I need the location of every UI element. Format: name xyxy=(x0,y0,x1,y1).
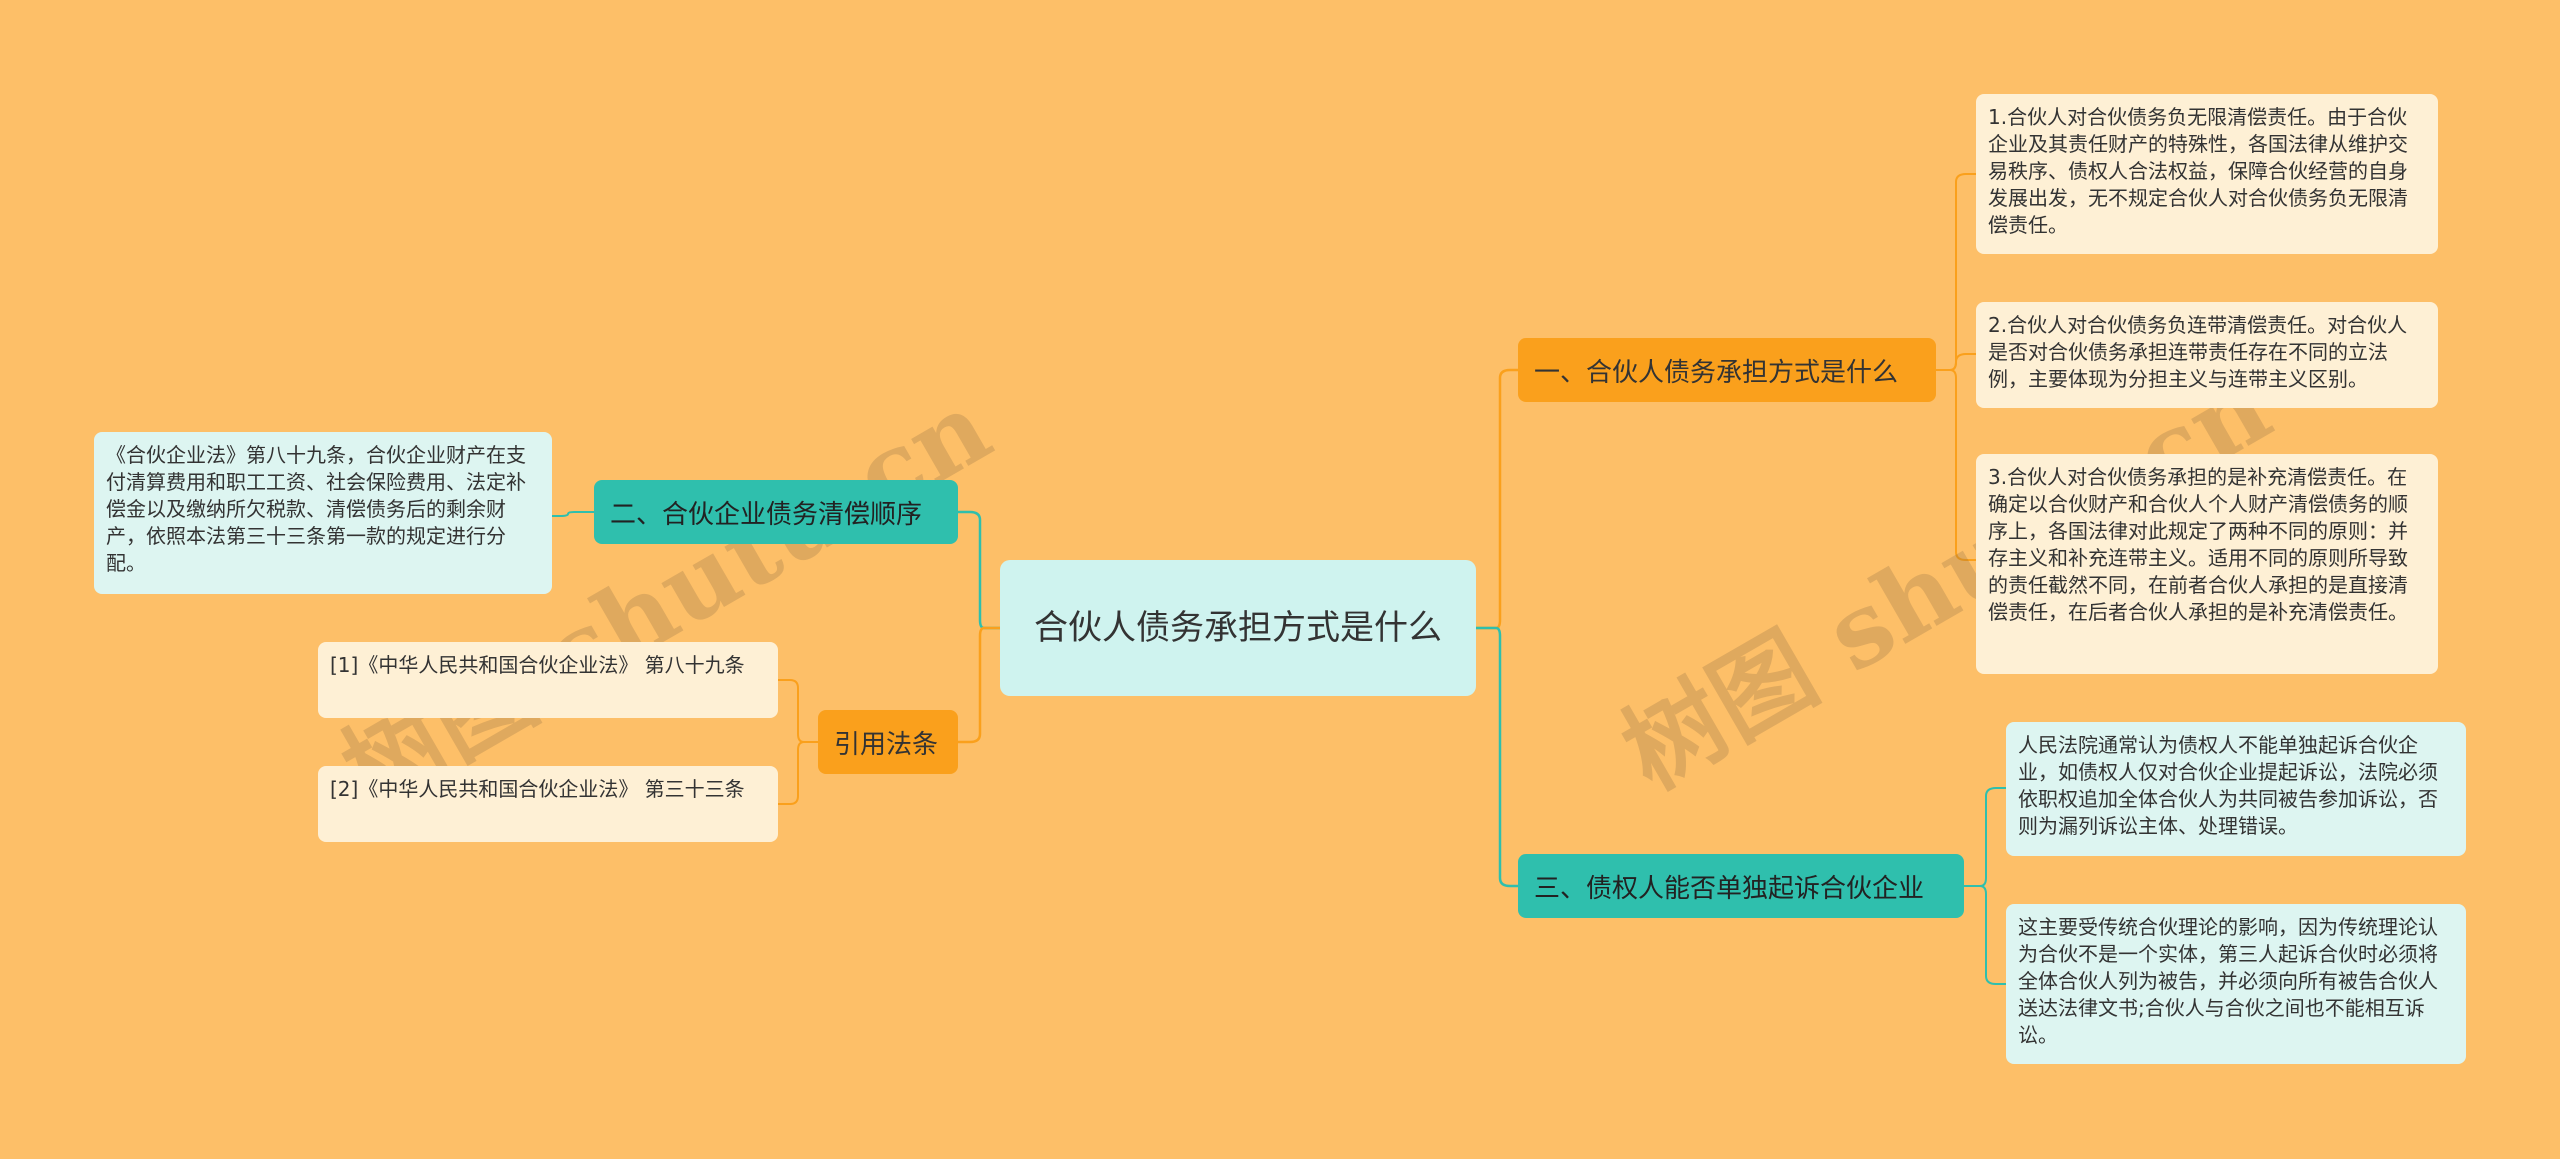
leaf-text: 2.合伙人对合伙债务负连带清偿责任。对合伙人是否对合伙债务承担连带责任存在不同的… xyxy=(1988,313,2408,391)
leaf-court-view[interactable]: 人民法院通常认为债权人不能单独起诉合伙企业，如债权人仅对合伙企业提起诉讼，法院必… xyxy=(2006,722,2466,856)
branch-label: 三、债权人能否单独起诉合伙企业 xyxy=(1534,873,1925,904)
leaf-article-89[interactable]: 《合伙企业法》第八十九条，合伙企业财产在支付清算费用和职工工资、社会保险费用、法… xyxy=(94,432,552,594)
root-topic-label: 合伙人债务承担方式是什么 xyxy=(1034,608,1442,648)
leaf-text: 《合伙企业法》第八十九条，合伙企业财产在支付清算费用和职工工资、社会保险费用、法… xyxy=(106,443,526,575)
branch-debt-repayment-order[interactable]: 二、合伙企业债务清偿顺序 xyxy=(594,480,958,544)
leaf-joint-liability[interactable]: 2.合伙人对合伙债务负连带清偿责任。对合伙人是否对合伙债务承担连带责任存在不同的… xyxy=(1976,302,2438,408)
leaf-supplementary-liability[interactable]: 3.合伙人对合伙债务承担的是补充清偿责任。在确定以合伙财产和合伙人个人财产清偿债… xyxy=(1976,454,2438,674)
leaf-text: 3.合伙人对合伙债务承担的是补充清偿责任。在确定以合伙财产和合伙人个人财产清偿债… xyxy=(1988,465,2408,624)
branch-label: 一、合伙人债务承担方式是什么 xyxy=(1534,357,1899,388)
leaf-citation-2[interactable]: [2]《中华人民共和国合伙企业法》 第三十三条 xyxy=(318,766,778,842)
leaf-text: 1.合伙人对合伙债务负无限清偿责任。由于合伙企业及其责任财产的特殊性，各国法律从… xyxy=(1988,105,2408,237)
leaf-citation-1[interactable]: [1]《中华人民共和国合伙企业法》 第八十九条 xyxy=(318,642,778,718)
leaf-unlimited-liability[interactable]: 1.合伙人对合伙债务负无限清偿责任。由于合伙企业及其责任财产的特殊性，各国法律从… xyxy=(1976,94,2438,254)
branch-label: 引用法条 xyxy=(834,729,939,760)
branch-debt-liability-methods[interactable]: 一、合伙人债务承担方式是什么 xyxy=(1518,338,1936,402)
root-topic[interactable]: 合伙人债务承担方式是什么 xyxy=(1000,560,1476,696)
leaf-text: 人民法院通常认为债权人不能单独起诉合伙企业，如债权人仅对合伙企业提起诉讼，法院必… xyxy=(2018,733,2438,838)
mind-map-canvas: 树图 shutu.cn 树图 shutu.cn 合伙人债务承担方式是什么 一、合… xyxy=(0,0,2560,1159)
leaf-traditional-theory[interactable]: 这主要受传统合伙理论的影响，因为传统理论认为合伙不是一个实体，第三人起诉合伙时必… xyxy=(2006,904,2466,1064)
branch-label: 二、合伙企业债务清偿顺序 xyxy=(610,499,923,530)
branch-creditor-sue-partnership[interactable]: 三、债权人能否单独起诉合伙企业 xyxy=(1518,854,1964,918)
leaf-text: 这主要受传统合伙理论的影响，因为传统理论认为合伙不是一个实体，第三人起诉合伙时必… xyxy=(2018,915,2438,1047)
branch-cited-laws[interactable]: 引用法条 xyxy=(818,710,958,774)
leaf-text: [2]《中华人民共和国合伙企业法》 第三十三条 xyxy=(330,777,745,801)
leaf-text: [1]《中华人民共和国合伙企业法》 第八十九条 xyxy=(330,653,745,677)
